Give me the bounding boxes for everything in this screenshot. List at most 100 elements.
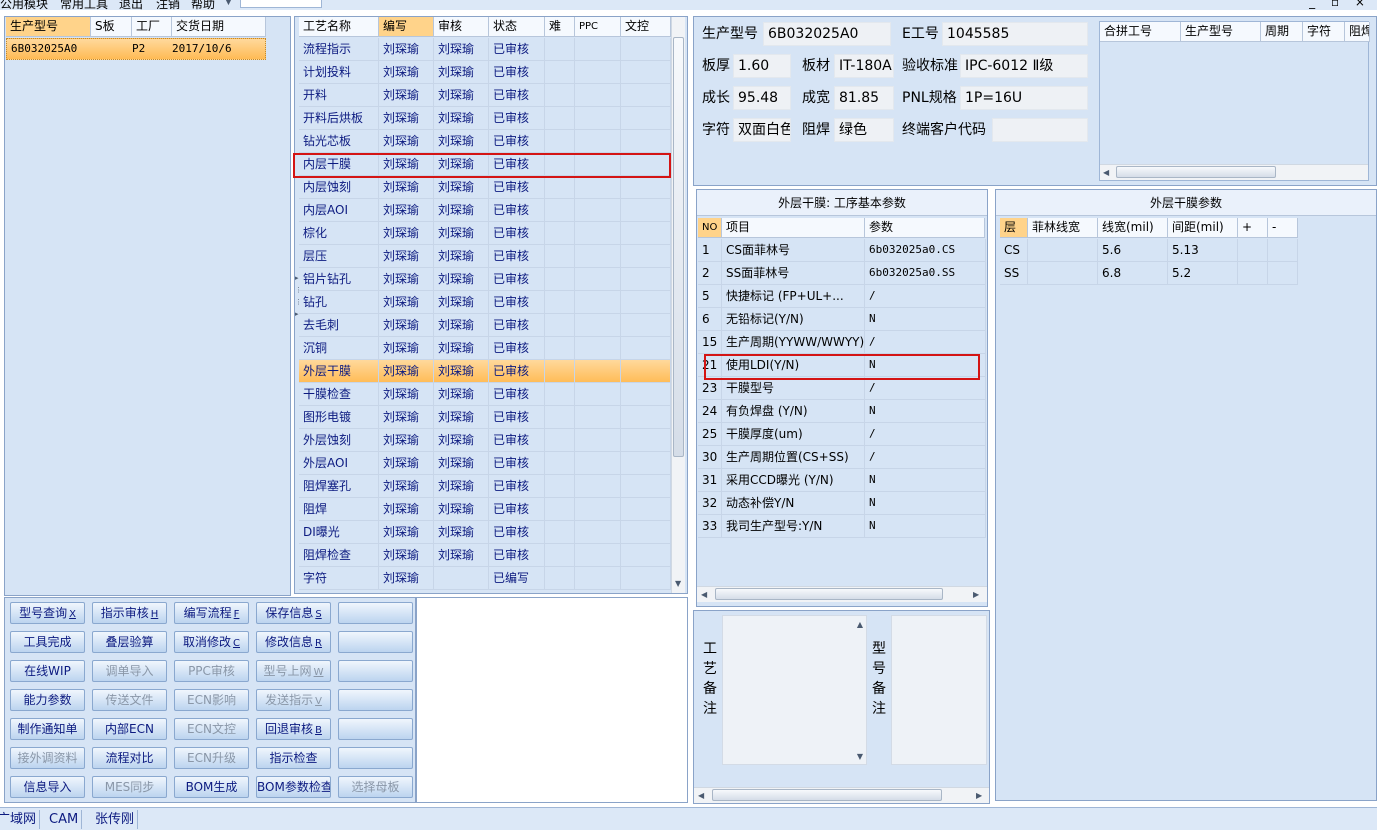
process-row[interactable]: 干膜检查 刘琛瑜 刘琛瑜 已审核: [299, 383, 671, 406]
action-button-10[interactable]: 在线WIP: [10, 660, 85, 682]
toolbar-combo[interactable]: [240, 0, 322, 8]
base-param-row[interactable]: 23 干膜型号 /: [698, 377, 986, 400]
action-button-25[interactable]: 接外调资料: [10, 747, 85, 769]
process-header-reviewer[interactable]: 审核: [434, 17, 489, 37]
film-header-linewidth[interactable]: 线宽(mil): [1098, 218, 1168, 238]
chevron-down-icon[interactable]: ▼: [225, 0, 232, 7]
window-controls[interactable]: _ ▫ ×: [1309, 0, 1371, 9]
base-param-row[interactable]: 25 干膜厚度(um) /: [698, 423, 986, 446]
action-button-8[interactable]: 修改信息 R: [256, 631, 331, 653]
blank-button-14[interactable]: [338, 660, 413, 682]
scroll-left-icon[interactable]: ◀: [701, 590, 707, 599]
film-param-row[interactable]: SS 6.8 5.2: [1000, 262, 1298, 285]
action-button-22[interactable]: ECN文控: [174, 718, 249, 740]
action-button-20[interactable]: 制作通知单: [10, 718, 85, 740]
thickness-field[interactable]: 1.60: [733, 54, 791, 78]
film-header-spacing[interactable]: 间距(mil): [1168, 218, 1238, 238]
process-row[interactable]: 层压 刘琛瑜 刘琛瑜 已审核: [299, 245, 671, 268]
process-row[interactable]: 阻焊 刘琛瑜 刘琛瑜 已审核: [299, 498, 671, 521]
process-row[interactable]: 字符 刘琛瑜 已编写: [299, 567, 671, 590]
merge-header-mask[interactable]: 阻焊: [1345, 22, 1370, 42]
action-button-33[interactable]: BOM参数检查: [256, 776, 331, 798]
pnl-field[interactable]: 1P=16U: [960, 86, 1088, 110]
model-field[interactable]: 6B032025A0: [763, 22, 891, 46]
mask-field[interactable]: 绿色: [834, 118, 894, 142]
scroll-up-icon[interactable]: ▲: [857, 620, 863, 629]
model-note-field[interactable]: [891, 615, 987, 765]
film-param-row[interactable]: CS 5.6 5.13: [1000, 239, 1298, 262]
merge-header-model[interactable]: 生产型号: [1181, 22, 1261, 42]
menu-item-logout[interactable]: 注销: [156, 0, 180, 10]
order-header-factory[interactable]: 工厂: [132, 17, 172, 37]
action-button-30[interactable]: 信息导入: [10, 776, 85, 798]
base-param-row[interactable]: 30 生产周期位置(CS+SS) /: [698, 446, 986, 469]
action-button-11[interactable]: 调单导入: [92, 660, 167, 682]
length-field[interactable]: 95.48: [733, 86, 791, 110]
process-row[interactable]: 流程指示 刘琛瑜 刘琛瑜 已审核: [299, 38, 671, 61]
action-button-0[interactable]: 型号查询 X: [10, 602, 85, 624]
base-param-row[interactable]: 21 使用LDI(Y/N) N: [698, 354, 986, 377]
base-param-row[interactable]: 31 采用CCD曝光 (Y/N) N: [698, 469, 986, 492]
base-param-row[interactable]: 24 有负焊盘 (Y/N) N: [698, 400, 986, 423]
film-header-layer[interactable]: 层: [1000, 218, 1028, 238]
action-button-28[interactable]: 指示检查: [256, 747, 331, 769]
merge-header-cycle[interactable]: 周期: [1261, 22, 1303, 42]
film-header-minus[interactable]: -: [1268, 218, 1298, 238]
action-button-5[interactable]: 工具完成: [10, 631, 85, 653]
process-header-doc-control[interactable]: 文控: [621, 17, 671, 37]
process-row[interactable]: 外层蚀刻 刘琛瑜 刘琛瑜 已审核: [299, 429, 671, 452]
blank-button-29[interactable]: [338, 747, 413, 769]
film-header-plus[interactable]: +: [1238, 218, 1268, 238]
process-header-writer[interactable]: 编写: [379, 17, 434, 37]
menu-item-help[interactable]: 帮助: [191, 0, 215, 10]
process-row[interactable]: 内层AOI 刘琛瑜 刘琛瑜 已审核: [299, 199, 671, 222]
scroll-down-icon[interactable]: ▼: [675, 579, 681, 588]
process-row[interactable]: 开料 刘琛瑜 刘琛瑜 已审核: [299, 84, 671, 107]
action-button-1[interactable]: 指示审核 H: [92, 602, 167, 624]
process-header-status[interactable]: 状态: [489, 17, 545, 37]
base-hscroll[interactable]: ◀ ▶: [697, 586, 987, 602]
base-param-row[interactable]: 15 生产周期(YYWW/WWYY) /: [698, 331, 986, 354]
process-header-name[interactable]: 工艺名称: [299, 17, 379, 37]
action-button-15[interactable]: 能力参数: [10, 689, 85, 711]
base-header-item[interactable]: 项目: [722, 218, 865, 238]
action-button-16[interactable]: 传送文件: [92, 689, 167, 711]
action-button-12[interactable]: PPC审核: [174, 660, 249, 682]
scroll-right-icon[interactable]: ▶: [976, 791, 982, 800]
process-row[interactable]: DI曝光 刘琛瑜 刘琛瑜 已审核: [299, 521, 671, 544]
merge-header-eno[interactable]: 合拼工号: [1100, 22, 1181, 42]
base-param-row[interactable]: 1 CS面菲林号 6b032025a0.CS: [698, 239, 986, 262]
action-button-31[interactable]: MES同步: [92, 776, 167, 798]
process-row[interactable]: 内层蚀刻 刘琛瑜 刘琛瑜 已审核: [299, 176, 671, 199]
action-button-34[interactable]: 选择母板: [338, 776, 413, 798]
process-row[interactable]: 外层AOI 刘琛瑜 刘琛瑜 已审核: [299, 452, 671, 475]
base-param-row[interactable]: 33 我司生产型号:Y/N N: [698, 515, 986, 538]
scroll-thumb[interactable]: [712, 789, 942, 801]
menu-item-common[interactable]: 公用模块: [0, 0, 48, 10]
notes-hscroll[interactable]: ◀ ▶: [694, 787, 989, 803]
base-param-row[interactable]: 5 快捷标记 (FP+UL+... /: [698, 285, 986, 308]
eno-field[interactable]: 1045585: [942, 22, 1088, 46]
process-note-field[interactable]: ▲ ▼: [722, 615, 867, 765]
blank-button-19[interactable]: [338, 689, 413, 711]
scroll-left-icon[interactable]: ◀: [698, 791, 704, 800]
action-button-3[interactable]: 保存信息 S: [256, 602, 331, 624]
order-header-sboard[interactable]: S板: [91, 17, 132, 37]
action-button-6[interactable]: 叠层验算: [92, 631, 167, 653]
action-button-27[interactable]: ECN升级: [174, 747, 249, 769]
order-header-model[interactable]: 生产型号: [6, 17, 91, 37]
process-vscroll[interactable]: ▼: [671, 17, 685, 593]
menu-item-tools[interactable]: 常用工具: [60, 0, 108, 10]
process-row[interactable]: 外层干膜 刘琛瑜 刘琛瑜 已审核: [299, 360, 671, 383]
blank-button-24[interactable]: [338, 718, 413, 740]
standard-field[interactable]: IPC-6012 Ⅱ级: [960, 54, 1088, 78]
customer-field[interactable]: [992, 118, 1088, 142]
action-button-32[interactable]: BOM生成: [174, 776, 249, 798]
char-field[interactable]: 双面白色: [733, 118, 791, 142]
process-row[interactable]: 内层干膜 刘琛瑜 刘琛瑜 已审核: [299, 153, 671, 176]
process-row[interactable]: 去毛刺 刘琛瑜 刘琛瑜 已审核: [299, 314, 671, 337]
action-button-2[interactable]: 编写流程 F: [174, 602, 249, 624]
scroll-thumb[interactable]: [673, 37, 684, 457]
process-row[interactable]: 棕化 刘琛瑜 刘琛瑜 已审核: [299, 222, 671, 245]
splitter-grip-icon[interactable]: ▸ ⋮ ⋮ ▸: [295, 272, 302, 342]
